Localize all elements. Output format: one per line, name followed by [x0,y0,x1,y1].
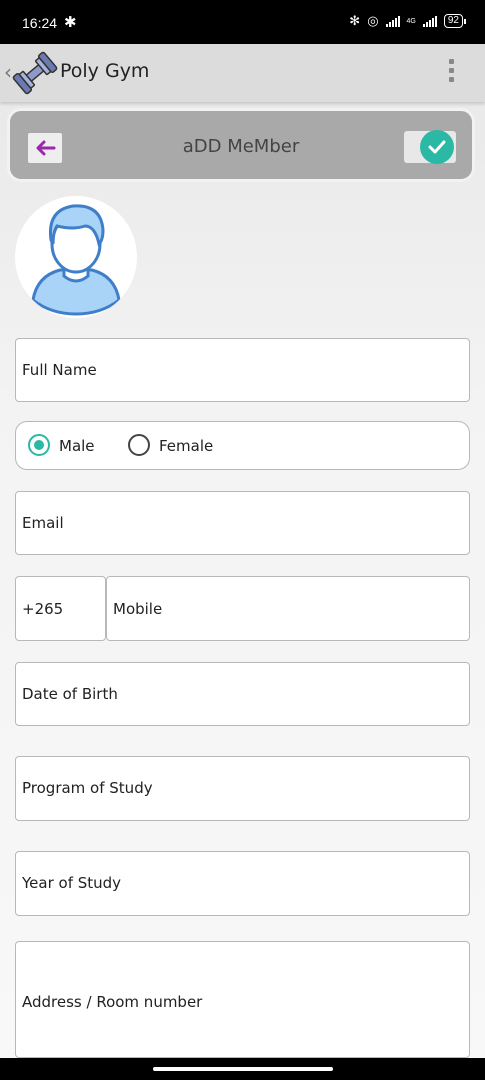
battery-icon: 92 [443,14,467,28]
mobile-field[interactable]: Mobile [106,576,470,641]
check-icon [420,130,454,164]
avatar[interactable] [15,196,137,318]
app-title: Poly Gym [60,60,150,82]
address-field[interactable]: Address / Room number [15,941,470,1058]
gear-icon: ✱ [64,14,77,31]
email-field[interactable]: Email [15,491,470,555]
hotspot-icon: ◎ [367,13,379,28]
country-code-field[interactable]: +265 [15,576,106,641]
program-of-study-placeholder: Program of Study [22,779,153,797]
male-radio[interactable] [28,434,50,456]
signal-icon-2 [422,15,437,27]
chevron-left-icon[interactable]: ‹ [4,60,12,84]
status-bar: 16:24 ✱ ✻ ◎ 4G 92 [0,0,485,44]
date-of-birth-placeholder: Date of Birth [22,685,118,703]
page-title: aDD MeMber [182,136,300,157]
program-of-study-field[interactable]: Program of Study [15,756,470,821]
dumbbell-logo-icon [12,51,58,95]
male-label[interactable]: Male [59,437,95,455]
country-code-value: +265 [22,600,64,618]
email-placeholder: Email [22,514,64,532]
female-label[interactable]: Female [159,437,213,455]
year-of-study-field[interactable]: Year of Study [15,851,470,916]
gender-radio-group: Male Female [15,421,470,470]
app-bar: ‹ Poly Gym [0,44,485,102]
mobile-placeholder: Mobile [113,600,163,618]
avatar-icon [31,204,121,316]
save-button[interactable] [404,130,456,164]
address-placeholder: Address / Room number [22,993,203,1011]
home-gesture-bar[interactable] [153,1067,333,1071]
full-name-field[interactable]: Full Name [15,338,470,402]
system-nav-bar [0,1058,485,1080]
signal-icon [385,15,400,27]
bluetooth-icon: ✻ [349,13,361,28]
status-time: 16:24 [22,15,58,31]
full-name-placeholder: Full Name [22,361,97,379]
female-radio[interactable] [128,434,150,456]
overflow-menu-icon[interactable] [449,59,455,82]
date-of-birth-field[interactable]: Date of Birth [15,662,470,726]
status-icons: ✻ ◎ 4G 92 [349,13,467,29]
header-card: aDD MeMber [7,108,475,182]
network-type: 4G [406,17,416,25]
year-of-study-placeholder: Year of Study [22,874,122,892]
